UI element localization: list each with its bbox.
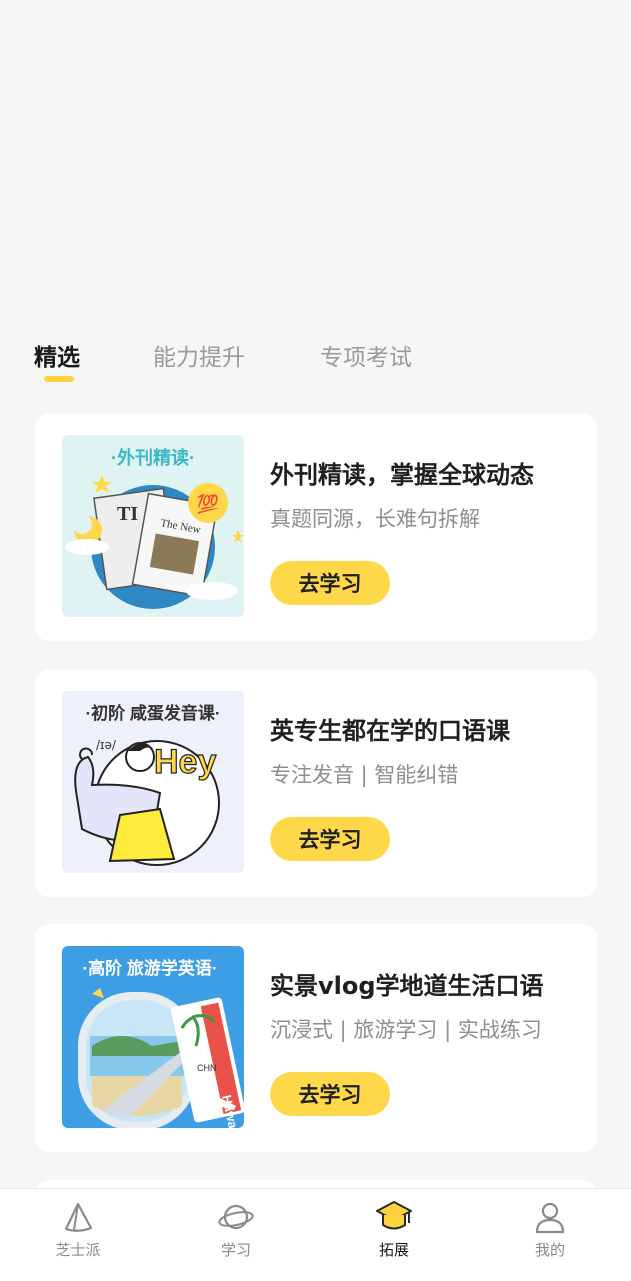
nav-item-mine[interactable]: 我的	[500, 1199, 600, 1260]
thumbnail-label: ·初阶 咸蛋发音课·	[85, 703, 220, 723]
nav-item-expand[interactable]: 拓展	[344, 1199, 444, 1260]
category-tabs: 精选 能力提升 专项考试	[0, 330, 631, 390]
course-thumbnail: ·初阶 咸蛋发音课· /ɪə/ Hey	[62, 691, 244, 873]
graduation-cap-icon	[376, 1201, 412, 1230]
nav-item-study[interactable]: 学习	[186, 1199, 286, 1260]
thumbnail-label: ·外刊精读·	[111, 447, 195, 468]
thumbnail-label: ·高阶 旅游学英语·	[82, 958, 217, 978]
cheese-icon	[64, 1202, 93, 1232]
person-icon	[535, 1202, 565, 1234]
active-tab-indicator	[44, 376, 74, 382]
start-learning-button[interactable]: 去学习	[270, 817, 390, 861]
course-card-pronunciation[interactable]: ·初阶 咸蛋发音课· /ɪə/ Hey 英专生都在学的口语课 专注发音 | 智能…	[35, 669, 597, 897]
start-learning-button[interactable]: 去学习	[270, 1072, 390, 1116]
nav-label: 学习	[220, 1241, 251, 1259]
nav-item-cheese-pie[interactable]: 芝士派	[28, 1199, 128, 1260]
start-learning-button[interactable]: 去学习	[270, 561, 390, 605]
planet-icon	[218, 1204, 254, 1230]
tab-special-exam[interactable]: 专项考试	[320, 338, 412, 372]
course-title: 外刊精读，掌握全球动态	[270, 461, 534, 489]
bottom-nav: 芝士派 学习 拓展 我的	[0, 1188, 631, 1281]
ticket-code: CHN	[197, 1063, 217, 1073]
course-title: 英专生都在学的口语课	[270, 717, 510, 745]
hundred-badge-icon: 💯	[197, 493, 219, 515]
hey-text: Hey	[154, 743, 216, 781]
tab-ability-boost[interactable]: 能力提升	[153, 338, 245, 372]
course-subtitle: 沉浸式 | 旅游学习 | 实战练习	[270, 1018, 542, 1042]
newspaper-headline: TI	[117, 503, 138, 525]
tab-featured[interactable]: 精选	[34, 338, 80, 372]
course-title: 实景vlog学地道生活口语	[270, 972, 544, 1000]
phonetic-text: /ɪə/	[96, 738, 117, 752]
nav-label: 我的	[534, 1241, 565, 1259]
nav-label: 芝士派	[55, 1241, 101, 1259]
course-thumbnail: ·外刊精读· TI The New 💯	[62, 435, 244, 617]
course-card-foreign-reading[interactable]: ·外刊精读· TI The New 💯 外刊精读，掌握全球动态 真题同源，长难句…	[35, 413, 597, 641]
nav-label: 拓展	[378, 1241, 409, 1259]
course-subtitle: 真题同源，长难句拆解	[270, 507, 480, 531]
course-subtitle: 专注发音 | 智能纠错	[270, 763, 459, 787]
course-card-travel-english[interactable]: ·高阶 旅游学英语· Hawaii CHN 实景vlog学地道生活口语 沉浸式 …	[35, 924, 597, 1152]
course-thumbnail: ·高阶 旅游学英语· Hawaii CHN	[62, 946, 244, 1128]
